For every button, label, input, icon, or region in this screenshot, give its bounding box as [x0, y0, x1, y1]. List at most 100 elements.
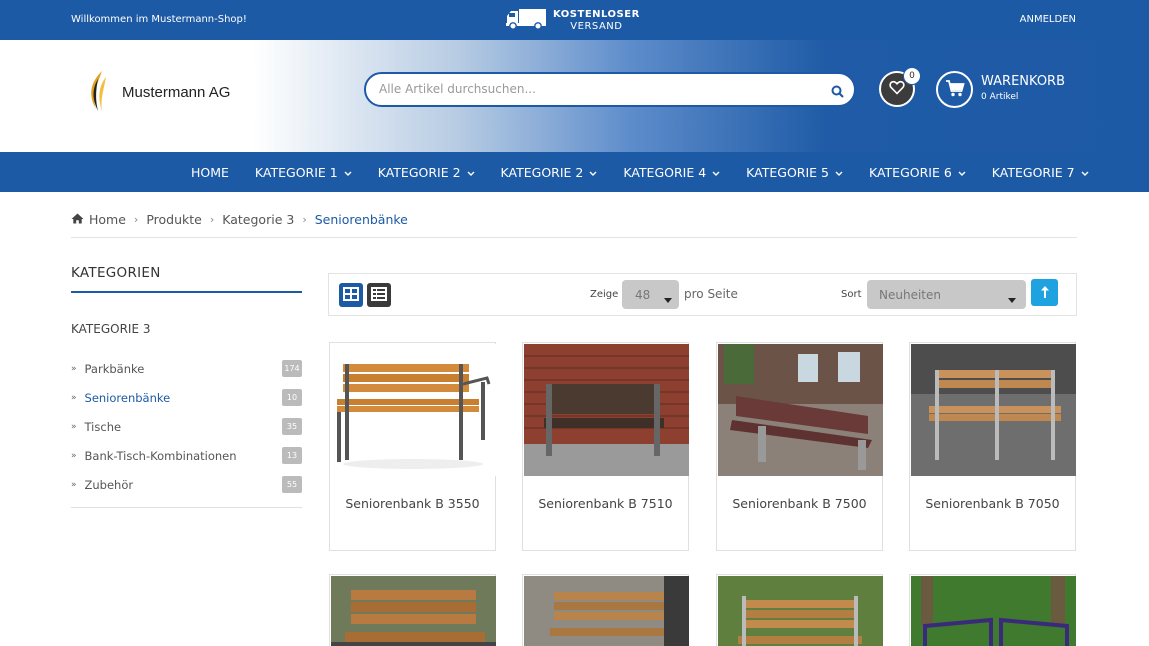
double-chevron-icon: » [71, 363, 77, 374]
sidebar-divider [71, 507, 302, 508]
search-box [364, 72, 856, 107]
cart-title: WARENKORB [981, 74, 1066, 89]
chevron-down-icon [467, 165, 475, 180]
logo-text: Mustermann AG [122, 84, 231, 101]
breadcrumb-separator: › [209, 213, 215, 226]
double-chevron-icon: » [71, 450, 77, 461]
product-card[interactable] [716, 574, 883, 646]
breadcrumb-home[interactable]: Home [89, 212, 126, 227]
product-title[interactable]: Seniorenbank B 7500 [717, 496, 882, 511]
wishlist-button[interactable]: 0 [879, 67, 921, 107]
nav-kategorie-5[interactable]: KATEGORIE 5 [746, 165, 843, 180]
count-badge: 55 [282, 476, 302, 493]
shopping-cart-icon [945, 79, 965, 101]
nav-home[interactable]: HOME [191, 165, 229, 180]
chevron-down-icon [344, 165, 352, 180]
logo[interactable]: Mustermann AG [70, 67, 257, 118]
product-image[interactable] [524, 344, 689, 476]
breadcrumb-produkte[interactable]: Produkte [146, 212, 202, 227]
product-toolbar: Zeige 48 pro Seite Sort Neuheiten [328, 273, 1077, 316]
sort-select[interactable]: Neuheiten [867, 280, 1026, 309]
search-icon[interactable] [831, 83, 844, 102]
product-image[interactable] [718, 344, 883, 476]
product-card[interactable] [909, 574, 1076, 646]
main-navigation: HOME KATEGORIE 1 KATEGORIE 2 KATEGORIE 2… [0, 152, 1149, 192]
header: Mustermann AG 0 WARENKORB [0, 40, 1149, 152]
sidebar-item-tische[interactable]: » Tische 35 [71, 412, 302, 441]
product-image[interactable] [331, 344, 496, 476]
chevron-down-icon [835, 165, 843, 180]
count-badge: 13 [282, 447, 302, 464]
heart-icon [889, 80, 905, 99]
list-icon [371, 286, 387, 305]
nav-kategorie-6[interactable]: KATEGORIE 6 [869, 165, 966, 180]
product-card[interactable] [329, 574, 496, 646]
double-chevron-icon: » [71, 392, 77, 403]
grid-icon [343, 286, 359, 305]
cart-summary[interactable]: WARENKORB 0 Artikel [981, 74, 1065, 102]
truck-icon [505, 8, 547, 34]
sidebar-item-parkbaenke[interactable]: » Parkbänke 174 [71, 354, 302, 383]
breadcrumb-separator: › [133, 213, 139, 226]
product-card[interactable]: Seniorenbank B 7510 [522, 342, 689, 551]
chevron-down-icon [958, 165, 966, 180]
product-card[interactable]: Seniorenbank B 7050 [909, 342, 1076, 551]
product-title[interactable]: Seniorenbank B 7050 [910, 496, 1075, 511]
nav-kategorie-2[interactable]: KATEGORIE 2 [378, 165, 475, 180]
sort-value: Neuheiten [879, 287, 941, 302]
caret-down-icon [664, 292, 672, 306]
nav-kategorie-3[interactable]: KATEGORIE 2 [501, 165, 598, 180]
product-card[interactable]: Seniorenbank B 7500 [716, 342, 883, 551]
show-label: Zeige [590, 289, 619, 300]
sidebar-subtitle: KATEGORIE 3 [71, 322, 151, 336]
nav-kategorie-4[interactable]: KATEGORIE 4 [623, 165, 720, 180]
sidebar-title: KATEGORIEN [71, 265, 161, 281]
sort-label: Sort [841, 289, 862, 300]
home-icon[interactable] [71, 212, 84, 227]
nav-kategorie-7[interactable]: KATEGORIE 7 [992, 165, 1089, 180]
double-chevron-icon: » [71, 479, 77, 490]
sort-direction-button[interactable] [1031, 279, 1058, 306]
chevron-down-icon [1081, 165, 1089, 180]
breadcrumb-divider [71, 237, 1077, 238]
login-link[interactable]: ANMELDEN [1020, 14, 1076, 25]
breadcrumb-separator: › [302, 213, 307, 226]
wishlist-count-badge: 0 [903, 67, 921, 85]
product-card[interactable] [522, 574, 689, 646]
arrow-up-icon [1040, 283, 1049, 302]
breadcrumb-kategorie-3[interactable]: Kategorie 3 [222, 212, 294, 227]
product-image[interactable] [331, 576, 496, 646]
top-bar: Willkommen im Mustermann-Shop! KOSTENLOS… [0, 0, 1149, 40]
per-page-select[interactable]: 48 [622, 280, 679, 309]
double-chevron-icon: » [71, 421, 77, 432]
product-title[interactable]: Seniorenbank B 3550 [330, 496, 495, 511]
shipping-line-1: KOSTENLOSER [553, 9, 640, 20]
product-image[interactable] [524, 576, 689, 646]
cart-item-count: 0 Artikel [981, 92, 1019, 102]
breadcrumb-current: Seniorenbänke [314, 212, 408, 227]
sidebar-title-underline [71, 291, 302, 293]
search-input[interactable] [379, 82, 819, 96]
cart-button[interactable] [936, 71, 973, 108]
nav-kategorie-1[interactable]: KATEGORIE 1 [255, 165, 352, 180]
count-badge: 10 [282, 389, 302, 406]
free-shipping-banner: KOSTENLOSER VERSAND [505, 8, 640, 34]
per-page-value: 48 [635, 287, 651, 302]
product-image[interactable] [718, 576, 883, 646]
per-page-suffix: pro Seite [684, 287, 738, 301]
shipping-line-2: VERSAND [570, 21, 623, 32]
chevron-down-icon [712, 165, 720, 180]
list-view-button[interactable] [367, 283, 391, 307]
product-title[interactable]: Seniorenbank B 7510 [523, 496, 688, 511]
product-image[interactable] [911, 576, 1076, 646]
category-sidebar: KATEGORIEN KATEGORIE 3 » Parkbänke 174 » Se… [71, 265, 302, 508]
sidebar-item-zubehoer[interactable]: » Zubehör 55 [71, 470, 302, 499]
product-card[interactable]: Seniorenbank B 3550 [329, 342, 496, 551]
product-image[interactable] [911, 344, 1076, 476]
sidebar-item-seniorenbaenke[interactable]: » Seniorenbänke 10 [71, 383, 302, 412]
chevron-down-icon [589, 165, 597, 180]
sidebar-item-bank-tisch-kombinationen[interactable]: » Bank-Tisch-Kombinationen 13 [71, 441, 302, 470]
flame-logo-icon [86, 69, 112, 117]
grid-view-button[interactable] [339, 283, 363, 307]
breadcrumb: Home › Produkte › Kategorie 3 › Senioren… [71, 212, 408, 227]
